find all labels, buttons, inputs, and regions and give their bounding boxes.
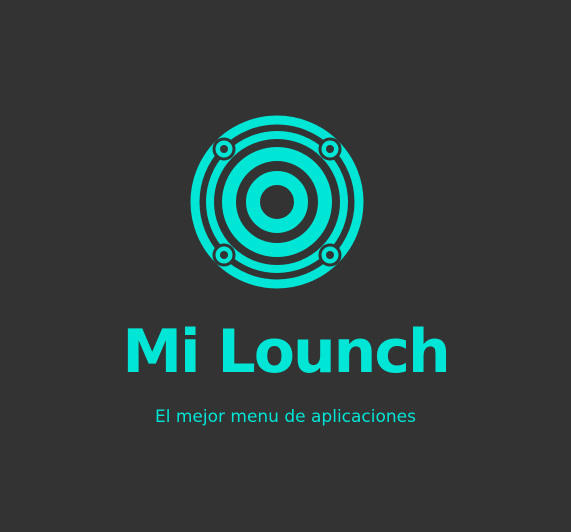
- speaker-icon: [190, 115, 364, 289]
- splash-screen: Mi Lounch El mejor menu de aplicaciones: [0, 0, 571, 532]
- app-title: Mi Lounch: [122, 317, 450, 387]
- app-tagline: El mejor menu de aplicaciones: [154, 407, 416, 427]
